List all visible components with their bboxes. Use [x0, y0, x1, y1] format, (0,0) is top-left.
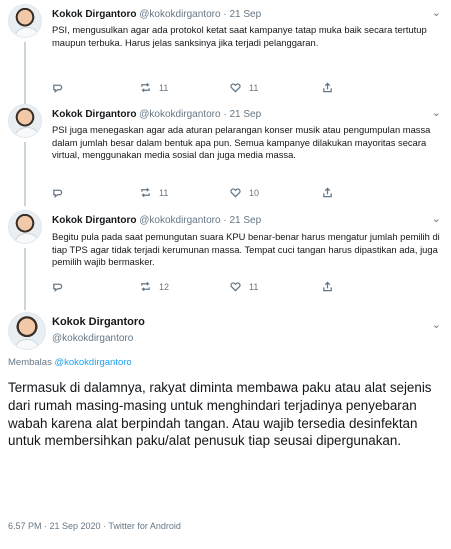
reply-button[interactable]	[52, 281, 71, 292]
share-icon	[323, 281, 332, 292]
tweet-header: Kokok Dirgantoro @kokokdirgantoro · 21 S…	[52, 8, 261, 21]
author-handle[interactable]: @kokokdirgantoro	[139, 215, 220, 226]
chevron-down-icon[interactable]: ⌄	[432, 106, 441, 119]
share-button[interactable]	[322, 281, 333, 292]
reply-icon	[53, 283, 63, 292]
retweet-button[interactable]: 12	[140, 281, 169, 292]
chevron-down-icon[interactable]: ⌄	[432, 212, 441, 225]
retweet-button[interactable]: 11	[140, 82, 168, 93]
reply-icon	[53, 189, 63, 198]
heart-icon	[230, 282, 241, 292]
tweet-actions: 11 10	[52, 187, 392, 199]
thread-connector	[24, 248, 26, 310]
author-name[interactable]: Kokok Dirgantoro	[52, 109, 136, 120]
share-icon	[323, 82, 332, 93]
tweet-text: Begitu pula pada saat pemungutan suara K…	[52, 231, 440, 268]
tweet-text: PSI, mengusulkan agar ada protokol ketat…	[52, 24, 427, 48]
share-button[interactable]	[322, 187, 333, 198]
tweet-header: Kokok Dirgantoro @kokokdirgantoro · 21 S…	[52, 214, 261, 227]
tweet-header: Kokok Dirgantoro @kokokdirgantoro · 21 S…	[52, 108, 261, 121]
like-count: 11	[249, 281, 259, 292]
tweet-date[interactable]: 21 Sep	[229, 9, 261, 20]
separator-dot: ·	[223, 215, 227, 226]
reply-button[interactable]	[52, 187, 71, 198]
heart-icon	[230, 83, 241, 93]
like-count: 11	[249, 82, 259, 93]
replying-to: Membalas @kokokdirgantoro	[8, 357, 132, 368]
separator-dot: ·	[223, 109, 227, 120]
avatar[interactable]	[8, 210, 42, 244]
author-name[interactable]: Kokok Dirgantoro	[52, 316, 145, 329]
tweet-actions: 11 11	[52, 82, 392, 94]
like-count: 10	[249, 187, 260, 198]
retweet-icon	[141, 82, 150, 93]
thread-connector	[24, 142, 26, 206]
author-handle[interactable]: @kokokdirgantoro	[139, 9, 220, 20]
tweet-meta[interactable]: 6.57 PM · 21 Sep 2020 · Twitter for Andr…	[8, 521, 181, 531]
author-name[interactable]: Kokok Dirgantoro	[52, 9, 136, 20]
chevron-down-icon[interactable]: ⌄	[432, 318, 441, 331]
retweet-count: 11	[159, 187, 169, 198]
tweet-date[interactable]: 21 Sep	[229, 109, 261, 120]
author-name[interactable]: Kokok Dirgantoro	[52, 215, 136, 226]
author-handle[interactable]: @kokokdirgantoro	[52, 332, 145, 345]
author-handle[interactable]: @kokokdirgantoro	[139, 109, 220, 120]
main-tweet-text: Termasuk di dalamnya, rakyat diminta mem…	[8, 380, 432, 449]
tweet-actions: 12 11	[52, 281, 392, 293]
heart-icon	[230, 188, 241, 198]
thread-connector	[24, 42, 26, 104]
avatar[interactable]	[8, 312, 46, 350]
like-button[interactable]: 11	[230, 281, 258, 292]
main-tweet-header: Kokok Dirgantoro @kokokdirgantoro	[52, 316, 145, 345]
tweet-text: PSI juga menegaskan agar ada aturan pela…	[52, 124, 431, 161]
retweet-count: 12	[159, 281, 170, 292]
share-icon	[323, 187, 332, 198]
avatar[interactable]	[8, 104, 42, 138]
reply-button[interactable]	[52, 82, 71, 93]
retweet-button[interactable]: 11	[140, 187, 168, 198]
chevron-down-icon[interactable]: ⌄	[432, 6, 441, 19]
replying-to-label: Membalas	[8, 357, 52, 368]
share-button[interactable]	[322, 82, 333, 93]
retweet-icon	[141, 281, 150, 292]
replying-to-handle[interactable]: @kokokdirgantoro	[54, 357, 131, 368]
like-button[interactable]: 11	[230, 82, 258, 93]
retweet-icon	[141, 187, 150, 198]
retweet-count: 11	[159, 82, 169, 93]
tweet-date[interactable]: 21 Sep	[229, 215, 261, 226]
avatar[interactable]	[8, 4, 42, 38]
reply-icon	[53, 84, 63, 93]
separator-dot: ·	[223, 9, 227, 20]
like-button[interactable]: 10	[230, 187, 259, 198]
